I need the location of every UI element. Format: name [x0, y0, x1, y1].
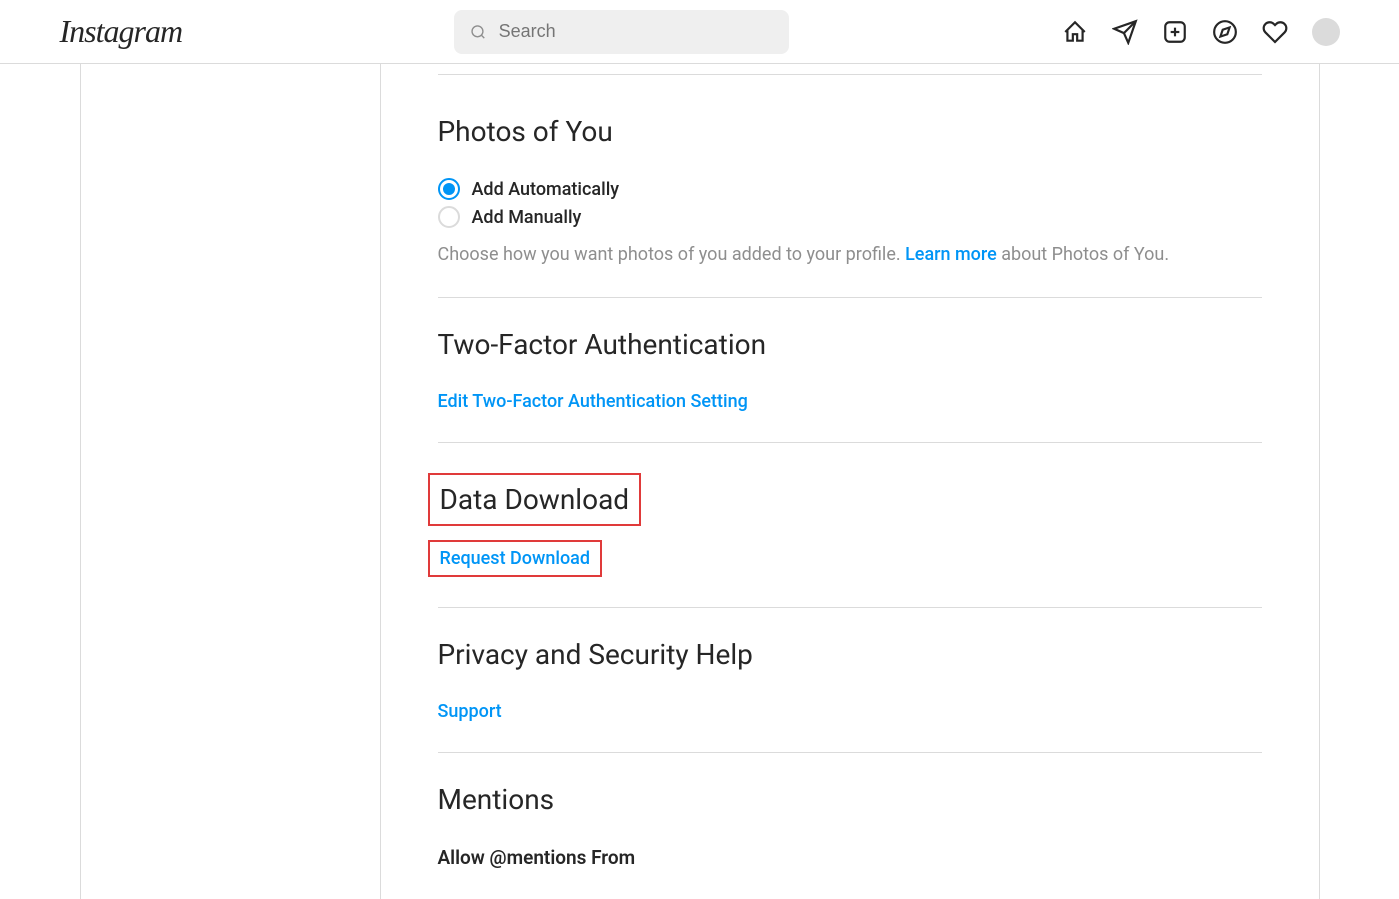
mentions-title: Mentions — [438, 783, 1262, 816]
learn-more-link[interactable]: Learn more — [905, 244, 997, 265]
radio-manual-label[interactable]: Add Manually — [472, 207, 582, 228]
settings-sidebar — [80, 64, 380, 899]
mentions-subheading: Allow @mentions From — [438, 846, 1262, 869]
radio-manual-input[interactable] — [438, 206, 460, 228]
explore-icon[interactable] — [1212, 19, 1238, 45]
section-two-factor: Two-Factor Authentication Edit Two-Facto… — [438, 297, 1262, 442]
nav-icons — [1062, 18, 1340, 46]
photos-of-you-title: Photos of You — [438, 115, 1262, 148]
radio-auto-input[interactable] — [438, 178, 460, 200]
radio-add-automatically: Add Automatically — [438, 178, 1262, 200]
section-data-download: Data Download Request Download — [438, 442, 1262, 607]
help-suffix: about Photos of You. — [997, 244, 1169, 265]
request-download-link[interactable]: Request Download — [440, 548, 591, 569]
section-privacy-help: Privacy and Security Help Support — [438, 607, 1262, 752]
edit-two-factor-link[interactable]: Edit Two-Factor Authentication Setting — [438, 391, 748, 412]
two-factor-title: Two-Factor Authentication — [438, 328, 1262, 361]
search-container — [454, 10, 789, 54]
main-container: Photos of You Add Automatically Add Manu… — [80, 64, 1320, 899]
header-inner: Instagram — [60, 10, 1340, 54]
radio-add-manually: Add Manually — [438, 206, 1262, 228]
header-bar: Instagram — [0, 0, 1399, 64]
section-mentions: Mentions Allow @mentions From — [438, 752, 1262, 899]
radio-auto-label[interactable]: Add Automatically — [472, 179, 620, 200]
photos-help-text: Choose how you want photos of you added … — [438, 242, 1262, 267]
settings-content: Photos of You Add Automatically Add Manu… — [380, 64, 1320, 899]
add-post-icon[interactable] — [1162, 19, 1188, 45]
search-box[interactable] — [454, 10, 789, 54]
request-download-highlight: Request Download — [428, 540, 603, 577]
heart-icon[interactable] — [1262, 19, 1288, 45]
help-prefix: Choose how you want photos of you added … — [438, 244, 906, 265]
support-link[interactable]: Support — [438, 701, 502, 722]
messages-icon[interactable] — [1112, 19, 1138, 45]
home-icon[interactable] — [1062, 19, 1088, 45]
instagram-logo[interactable]: Instagram — [60, 13, 183, 50]
search-input[interactable] — [499, 21, 774, 42]
privacy-help-title: Privacy and Security Help — [438, 638, 1262, 671]
search-icon — [470, 23, 486, 41]
data-download-title: Data Download — [440, 483, 630, 516]
section-photos-of-you: Photos of You Add Automatically Add Manu… — [438, 74, 1262, 297]
avatar[interactable] — [1312, 18, 1340, 46]
data-download-highlight: Data Download — [428, 473, 642, 526]
